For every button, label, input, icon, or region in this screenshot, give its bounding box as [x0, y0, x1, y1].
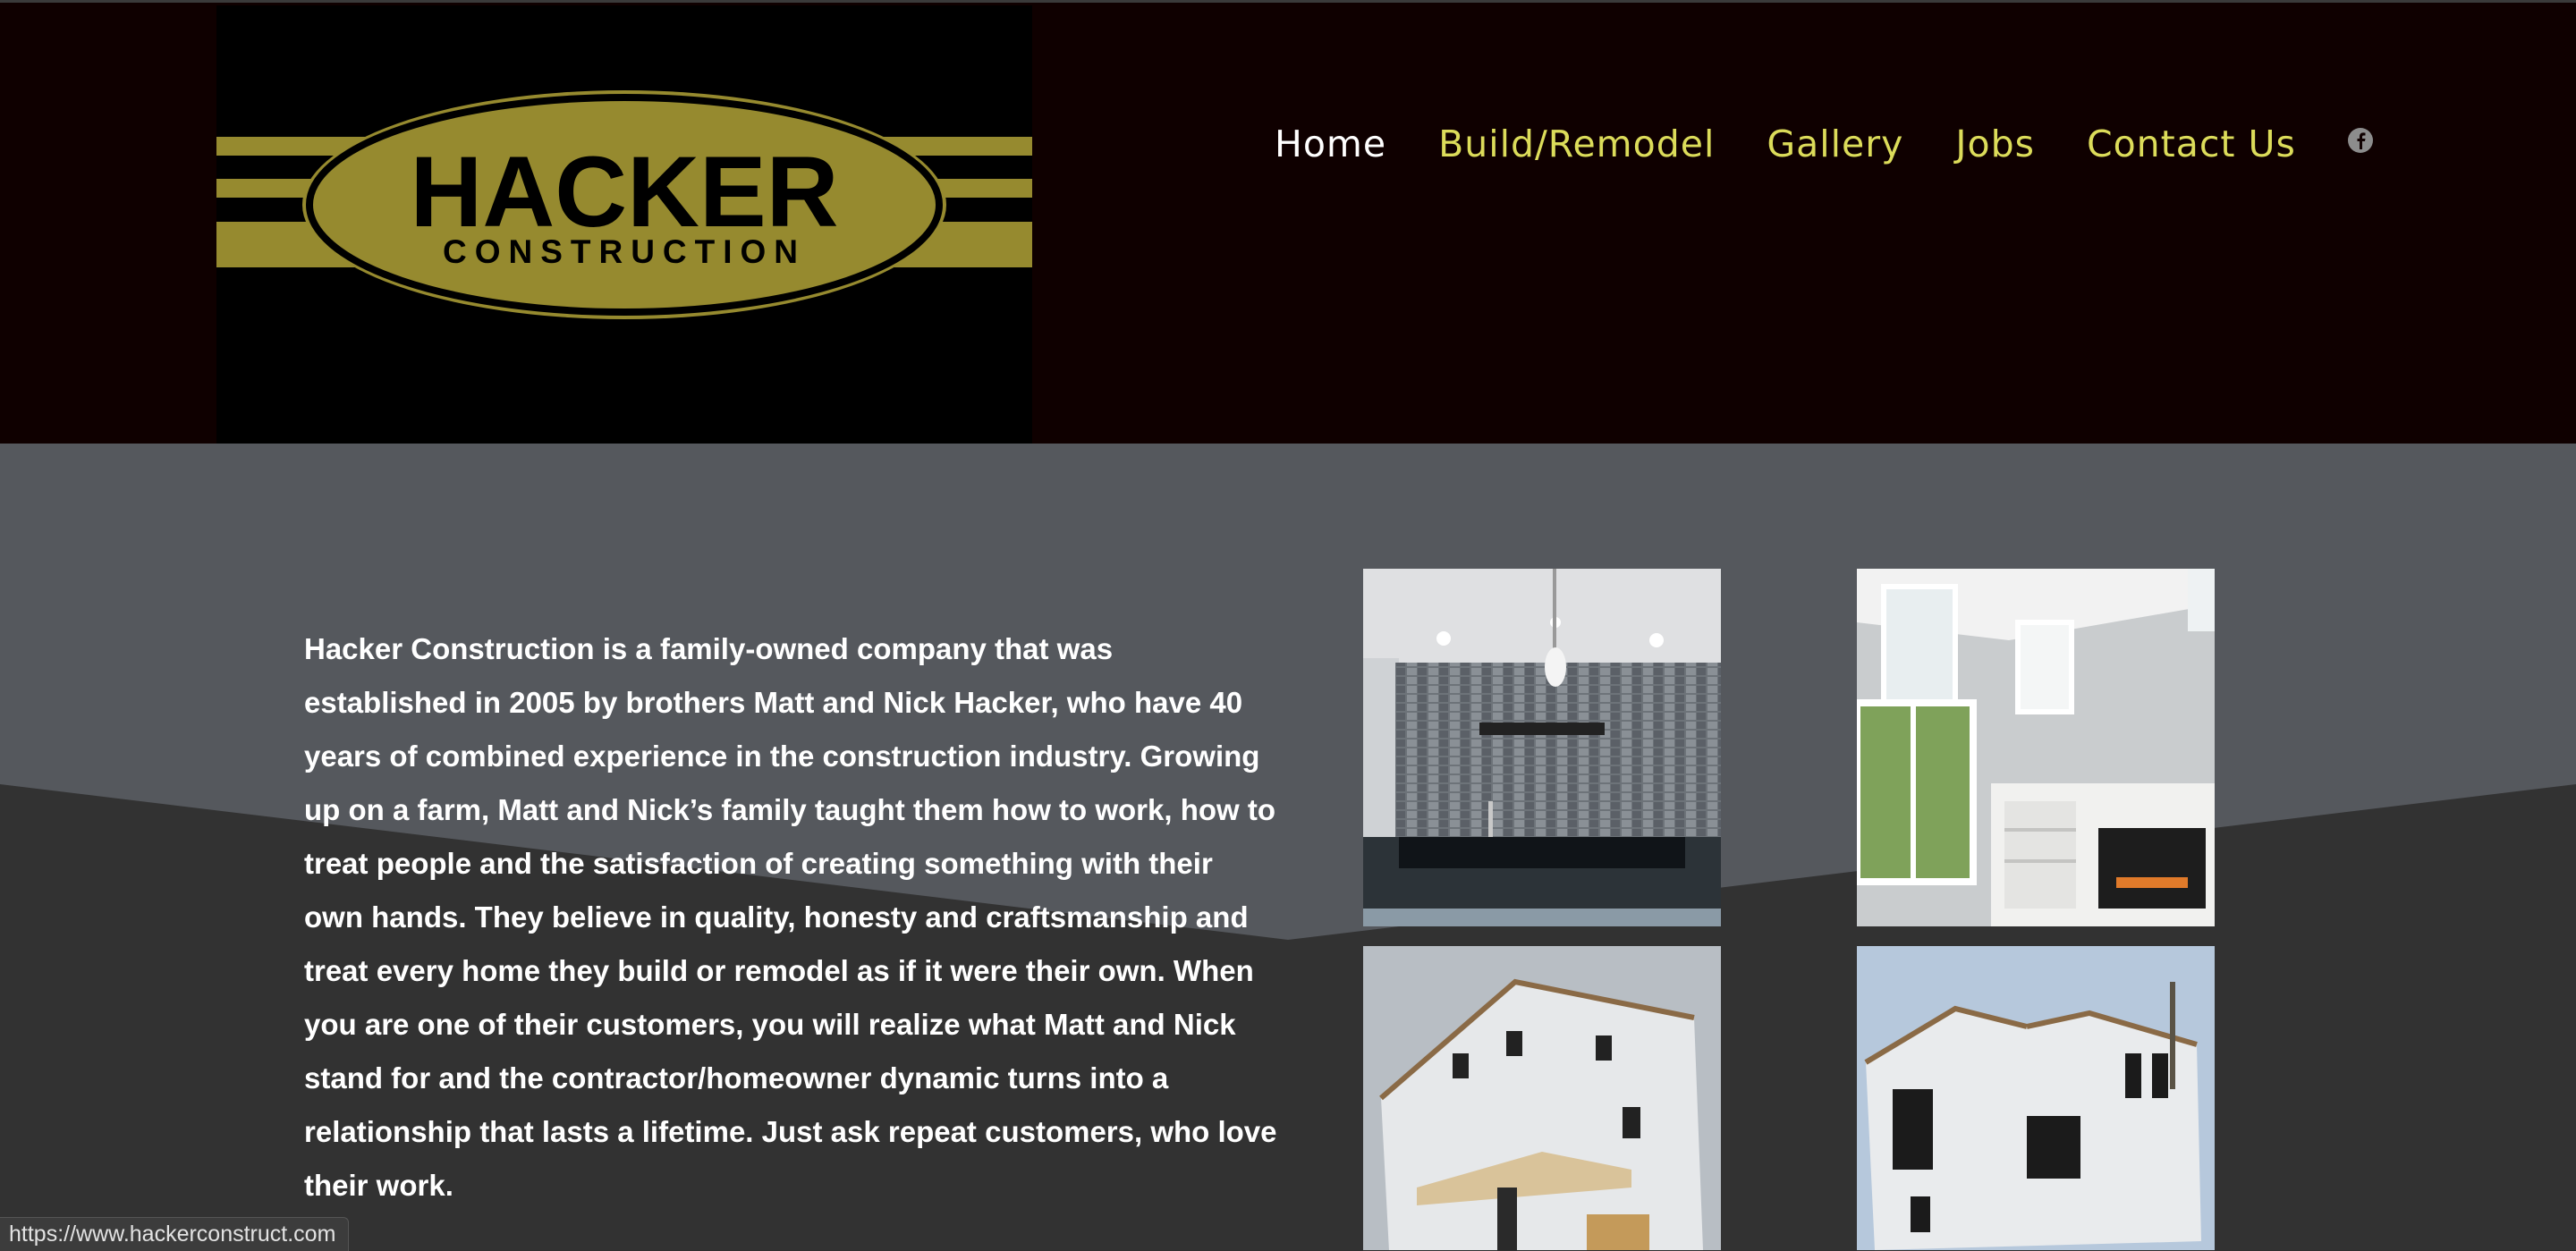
nav-build-remodel[interactable]: Build/Remodel [1438, 123, 1715, 165]
gallery-photo-house-front[interactable] [1363, 946, 1721, 1250]
kitchen-photo [1363, 569, 1721, 926]
living-room-photo [1857, 569, 2215, 926]
nav-home[interactable]: Home [1275, 123, 1386, 165]
about-text: Hacker Construction is a family-owned co… [304, 632, 1277, 1202]
main-nav: Home Build/Remodel Gallery Jobs Contact … [1275, 123, 2373, 165]
logo[interactable]: HACKER CONSTRUCTION [216, 5, 1032, 444]
house-front-photo [1363, 946, 1721, 1250]
hacker-construction-logo: HACKER CONSTRUCTION [216, 90, 1032, 319]
gallery-photo-living-room[interactable] [1857, 569, 2215, 926]
about-section: Hacker Construction is a family-owned co… [0, 444, 2576, 1250]
logo-line2: CONSTRUCTION [443, 233, 806, 270]
facebook-icon[interactable] [2347, 128, 2373, 153]
site-header: HACKER CONSTRUCTION Home Build/Remodel G… [0, 0, 2576, 444]
facebook-glyph [2357, 132, 2366, 149]
nav-jobs[interactable]: Jobs [1955, 123, 2035, 165]
gallery-photo-house-side[interactable] [1857, 946, 2215, 1250]
gallery-photo-kitchen[interactable] [1363, 569, 1721, 926]
logo-line1: HACKER [410, 136, 838, 248]
status-bar-url: https://www.hackerconstruct.com [0, 1217, 350, 1251]
house-side-photo [1857, 946, 2215, 1250]
nav-gallery[interactable]: Gallery [1767, 123, 1903, 165]
nav-contact-us[interactable]: Contact Us [2087, 123, 2296, 165]
